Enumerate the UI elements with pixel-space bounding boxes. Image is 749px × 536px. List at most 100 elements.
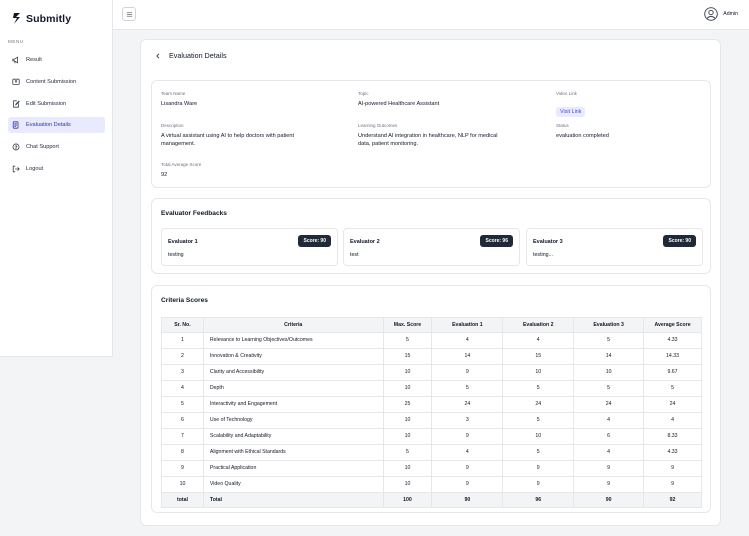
back-chevron-icon[interactable]: [155, 52, 161, 59]
table-cell: 10: [382, 363, 433, 381]
table-cell: 24: [431, 395, 504, 413]
field-label: Status: [556, 123, 569, 128]
total-cell: 90: [573, 491, 645, 508]
table-cell: 9: [502, 459, 575, 477]
table-cell: 10: [382, 427, 433, 445]
megaphone-icon: [12, 56, 18, 64]
column-header: Evaluation 3: [573, 317, 645, 333]
table-cell: 5: [502, 411, 575, 429]
evaluator-card: Evaluator 3 Score: 90 testing...: [526, 228, 703, 266]
table-cell: 9: [573, 475, 645, 493]
table-cell: 24: [502, 395, 575, 413]
section-title: Criteria Scores: [161, 297, 208, 304]
table-cell: 8: [161, 443, 204, 461]
score-badge: Score: 90: [663, 235, 696, 247]
hamburger-icon: [126, 11, 132, 17]
table-cell: 10: [382, 379, 433, 397]
column-header: Evaluation 2: [502, 317, 575, 333]
table-cell: 4: [502, 331, 575, 349]
table-cell: 10: [382, 459, 433, 477]
sidebar-item-evaluation-details[interactable]: Evaluation Details: [8, 117, 105, 134]
table-cell: Scalability and Adaptability: [202, 427, 384, 445]
team-name-field: Team Name Lisandra Ware: [161, 91, 197, 108]
table-row: 4 Depth 10 5 5 5 5: [161, 379, 702, 397]
table-cell: 4.33: [643, 443, 702, 461]
table-cell: 4: [431, 443, 504, 461]
table-cell: 9: [431, 475, 504, 493]
table-cell: Video Quality: [202, 475, 384, 493]
table-cell: 9: [161, 459, 204, 477]
table-cell: 10: [382, 411, 433, 429]
table-cell: Alignment with Ethical Standards: [202, 443, 384, 461]
table-cell: 5: [643, 379, 702, 397]
sidebar-item-label: Evaluation Details: [26, 122, 71, 129]
video-link-field: Video Link Visit Link: [556, 91, 586, 118]
table-cell: 10: [502, 363, 575, 381]
sidebar-item-chat-support[interactable]: Chat Support: [8, 139, 105, 155]
table-cell: Relevance to Learning Objectives/Outcome…: [202, 331, 384, 349]
table-cell: 4: [573, 411, 645, 429]
sidebar-item-label: Chat Support: [26, 144, 59, 151]
evaluator-name: Evaluator 2: [350, 239, 380, 245]
field-label: Video Link: [556, 91, 577, 96]
evaluation-details-panel: Evaluation Details Team Name Lisandra Wa…: [140, 39, 721, 526]
topic: AI-powered Healthcare Assistant: [358, 101, 440, 107]
learning-outcomes-field: Learning Outcomes Understand AI integrat…: [358, 123, 508, 148]
evaluator-comment: testing...: [533, 252, 554, 258]
table-cell: 10: [382, 475, 433, 493]
page-header: Evaluation Details: [155, 51, 227, 60]
table-cell: 5: [431, 379, 504, 397]
logout-icon: [12, 165, 20, 173]
column-header: Criteria: [202, 317, 384, 333]
description: A virtual assistant using AI to help doc…: [161, 133, 295, 147]
brand[interactable]: Submitly: [12, 12, 71, 25]
menu-toggle-button[interactable]: [122, 7, 136, 21]
sidebar-item-logout[interactable]: Logout: [8, 161, 105, 177]
table-cell: 9: [643, 475, 702, 493]
sidebar-item-label: Content Submission: [26, 78, 77, 85]
table-cell: 25: [382, 395, 433, 413]
column-header: Sr. No.: [161, 317, 204, 333]
table-cell: 7: [161, 427, 204, 445]
evaluator-card: Evaluator 2 Score: 96 test: [343, 228, 520, 266]
visit-link-button[interactable]: Visit Link: [556, 107, 586, 117]
learning-outcomes: Understand AI integration in healthcare,…: [358, 133, 498, 147]
table-cell: 4: [161, 379, 204, 397]
total-cell: 92: [643, 491, 702, 508]
sidebar-item-edit-submission[interactable]: Edit Submission: [8, 96, 105, 112]
evaluator-name: Evaluator 1: [168, 239, 198, 245]
table-cell: 4: [573, 443, 645, 461]
column-header: Average Score: [643, 317, 702, 333]
table-cell: Clarity and Accessibility: [202, 363, 384, 381]
table-cell: 9: [431, 427, 504, 445]
table-cell: 3: [431, 411, 504, 429]
edit-icon: [13, 99, 20, 108]
chat-icon: [12, 143, 20, 151]
table-cell: Interactivity and Engagement: [202, 395, 384, 413]
total-cell: Total: [202, 491, 384, 508]
table-cell: 10: [573, 363, 645, 381]
table-cell: 15: [382, 347, 433, 365]
table-row: 5 Interactivity and Engagement 25 24 24 24 24: [161, 395, 702, 413]
table-cell: 5: [502, 379, 575, 397]
table-cell: 14: [431, 347, 504, 365]
table-cell: 5: [382, 443, 433, 461]
table-cell: 3: [161, 363, 204, 381]
total-cell: total: [161, 491, 204, 508]
section-title: Evaluator Feedbacks: [161, 210, 227, 217]
total-average-field: Total Average Score 92: [161, 162, 201, 179]
table-cell: Practical Application: [202, 459, 384, 477]
sidebar-item-content-submission[interactable]: Content Submission: [8, 74, 105, 90]
table-cell: Innovation & Creativity: [202, 347, 384, 365]
user-menu[interactable]: Admin: [704, 7, 738, 21]
sidebar-item-result[interactable]: Result: [8, 52, 105, 68]
team-info-card: Team Name Lisandra Ware Topic AI-powered…: [151, 80, 711, 188]
sidebar-nav: Result Content Submission Edit Submissio…: [8, 52, 105, 183]
table-cell: 9: [502, 475, 575, 493]
evaluator-card: Evaluator 1 Score: 90 testing: [161, 228, 338, 266]
table-cell: 4.33: [643, 331, 702, 349]
table-cell: 8.33: [643, 427, 702, 445]
status: evaluation completed: [556, 133, 609, 139]
table-cell: Depth: [202, 379, 384, 397]
table-row: 8 Alignment with Ethical Standards 5 4 5 4 4.3…: [161, 443, 702, 461]
